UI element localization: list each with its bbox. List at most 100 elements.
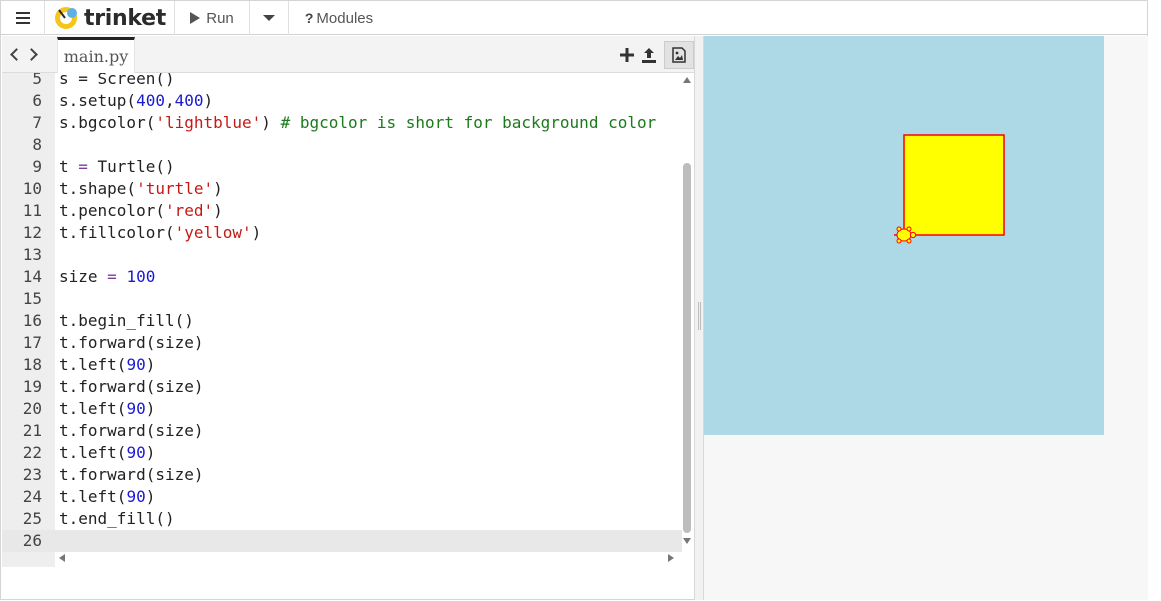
line-number: 18 bbox=[22, 355, 42, 374]
code-text: t.begin_fill() bbox=[59, 310, 194, 332]
code-line[interactable]: 6 s.setup(400,400) bbox=[2, 90, 682, 112]
editor-tab-bar: main.py bbox=[2, 36, 694, 73]
run-button[interactable]: Run bbox=[175, 1, 249, 35]
help-icon: ? bbox=[304, 10, 314, 26]
scroll-left-icon[interactable] bbox=[59, 554, 65, 562]
code-token: t.forward(size) bbox=[59, 333, 204, 352]
code-token: 400 bbox=[174, 91, 204, 110]
code-line[interactable]: 11 t.pencolor('red') bbox=[2, 200, 682, 222]
code-text: t.left(90) bbox=[59, 486, 155, 508]
line-number: 21 bbox=[22, 421, 42, 440]
line-number: 20 bbox=[22, 399, 42, 418]
modules-button[interactable]: ? Modules bbox=[289, 1, 389, 35]
code-token: t.begin_fill() bbox=[59, 311, 194, 330]
code-token: t.forward(size) bbox=[59, 377, 204, 396]
file-nav bbox=[4, 42, 44, 66]
upload-button[interactable] bbox=[638, 41, 660, 69]
top-toolbar: trinket Run ? Modules bbox=[1, 1, 1147, 35]
filled-square bbox=[903, 134, 1005, 236]
code-text: t = Turtle() bbox=[59, 156, 175, 178]
code-line[interactable]: 25 t.end_fill() bbox=[2, 508, 682, 530]
run-options-dropdown[interactable] bbox=[250, 1, 288, 35]
code-line[interactable]: 5 s = Screen() bbox=[2, 73, 682, 90]
line-number: 11 bbox=[22, 201, 42, 220]
line-number: 13 bbox=[22, 245, 42, 264]
code-token: ) bbox=[213, 179, 223, 198]
code-line[interactable]: 21 t.forward(size) bbox=[2, 420, 682, 442]
code-line[interactable]: 16 t.begin_fill() bbox=[2, 310, 682, 332]
code-line[interactable]: 19 t.forward(size) bbox=[2, 376, 682, 398]
code-token: ) bbox=[251, 223, 262, 242]
code-text: t.end_fill() bbox=[59, 508, 175, 530]
code-text: t.left(90) bbox=[59, 442, 155, 464]
nav-back-icon[interactable] bbox=[10, 47, 23, 61]
code-line[interactable]: 22 t.left(90) bbox=[2, 442, 682, 464]
line-number: 24 bbox=[22, 487, 42, 506]
code-line[interactable]: 13 bbox=[2, 244, 682, 266]
splitter-grip[interactable] bbox=[698, 302, 701, 330]
code-token: ) bbox=[145, 355, 156, 374]
code-token: 'lightblue' bbox=[155, 113, 262, 132]
code-line[interactable]: 10 t.shape('turtle') bbox=[2, 178, 682, 200]
scroll-up-icon[interactable] bbox=[683, 77, 691, 83]
caret-down-icon bbox=[263, 15, 275, 21]
image-icon bbox=[672, 47, 686, 63]
code-token: t.forward(size) bbox=[59, 421, 204, 440]
code-token: ) bbox=[261, 113, 281, 132]
code-lines: 5s = Screen() 6 s.setup(400,400) 7 s.bgcolor… bbox=[2, 73, 682, 552]
code-token: s.setup( bbox=[59, 91, 137, 110]
code-line[interactable]: 15 bbox=[2, 288, 682, 310]
code-token: t.left( bbox=[59, 487, 127, 506]
code-text: t.forward(size) bbox=[59, 464, 204, 486]
menu-icon bbox=[15, 12, 30, 24]
code-token: ) bbox=[145, 487, 156, 506]
code-token: t bbox=[59, 157, 79, 176]
vertical-scrollbar[interactable] bbox=[681, 75, 693, 549]
code-token: 100 bbox=[126, 267, 156, 286]
code-token: 90 bbox=[126, 487, 146, 506]
code-token: , bbox=[164, 91, 175, 110]
code-line[interactable]: 18 t.left(90) bbox=[2, 354, 682, 376]
output-pane bbox=[704, 36, 1148, 600]
code-line[interactable]: 7 s.bgcolor('lightblue') # bgcolor is sho… bbox=[2, 112, 682, 134]
menu-button[interactable] bbox=[1, 1, 45, 35]
code-text: t.forward(size) bbox=[59, 332, 204, 354]
code-token: Turtle() bbox=[87, 157, 175, 176]
code-token: 400 bbox=[136, 91, 165, 110]
code-line[interactable]: 24 t.left(90) bbox=[2, 486, 682, 508]
trinket-logo[interactable]: trinket bbox=[53, 1, 173, 35]
vertical-scroll-thumb[interactable] bbox=[683, 163, 691, 533]
modules-label: Modules bbox=[316, 9, 374, 27]
play-icon bbox=[190, 12, 201, 24]
code-line[interactable]: 14 size = 100 bbox=[2, 266, 682, 288]
code-token: 'turtle' bbox=[136, 179, 214, 198]
line-number: 15 bbox=[22, 289, 42, 308]
image-library-button[interactable] bbox=[664, 41, 694, 69]
nav-forward-icon[interactable] bbox=[25, 47, 38, 61]
code-line[interactable]: 8 bbox=[2, 134, 682, 156]
editor-actions bbox=[616, 40, 694, 70]
code-text: s.setup(400,400) bbox=[59, 90, 213, 112]
code-line[interactable]: 17 t.forward(size) bbox=[2, 332, 682, 354]
scroll-down-icon[interactable] bbox=[683, 538, 691, 544]
add-file-button[interactable] bbox=[616, 41, 638, 69]
scroll-right-icon[interactable] bbox=[668, 554, 674, 562]
code-token: t.left( bbox=[59, 355, 127, 374]
code-token: ) bbox=[213, 201, 223, 220]
code-token: = bbox=[78, 157, 88, 176]
code-token: ) bbox=[145, 443, 156, 462]
pane-splitter[interactable] bbox=[694, 36, 704, 600]
turtle-canvas bbox=[704, 36, 1104, 435]
code-line[interactable]: 9t = Turtle() bbox=[2, 156, 682, 178]
code-line[interactable]: 23 t.forward(size) bbox=[2, 464, 682, 486]
code-line[interactable]: 26 bbox=[2, 530, 682, 552]
code-line[interactable]: 12 t.fillcolor('yellow') bbox=[2, 222, 682, 244]
line-number: 9 bbox=[32, 157, 42, 176]
code-text: t.left(90) bbox=[59, 398, 155, 420]
code-token: s = Screen() bbox=[59, 73, 175, 88]
file-tab-main[interactable]: main.py bbox=[57, 37, 135, 73]
code-token: 'yellow' bbox=[174, 223, 252, 242]
code-line[interactable]: 20 t.left(90) bbox=[2, 398, 682, 420]
code-editor[interactable]: 5s = Screen() 6 s.setup(400,400) 7 s.bgcolor… bbox=[2, 73, 694, 567]
